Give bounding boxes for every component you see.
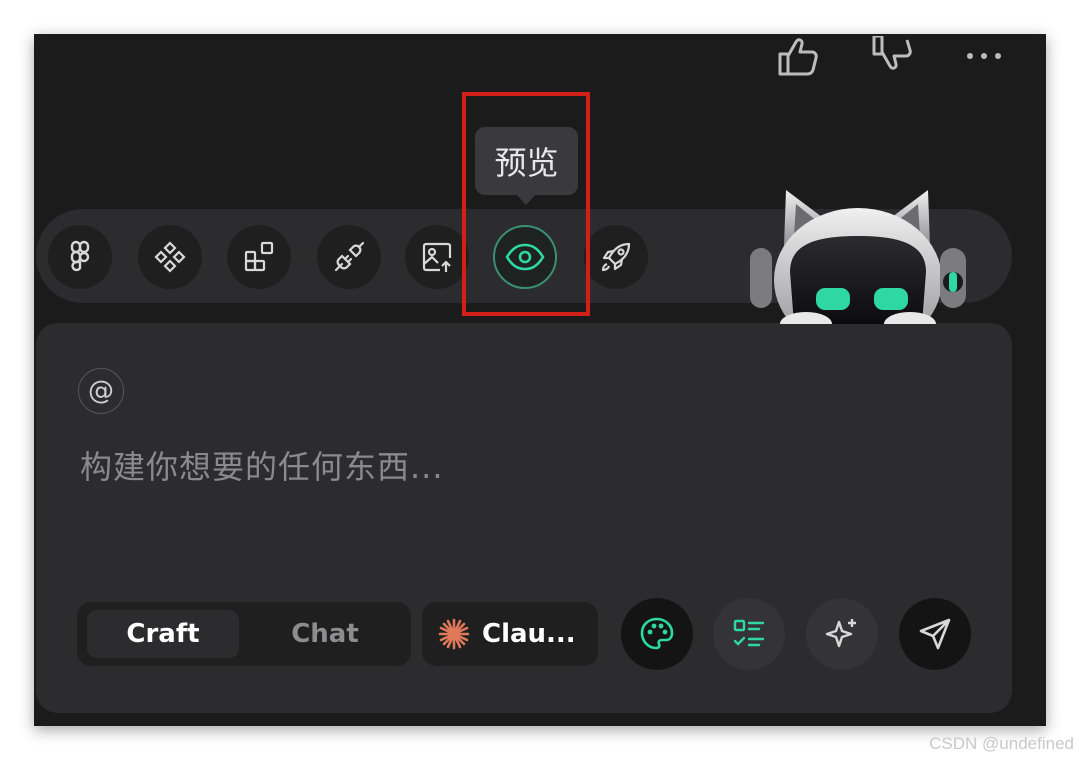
mode-craft[interactable]: Craft	[87, 610, 239, 658]
app-window: 预览 @ 构建你想要的任何东西... Craft Chat Clau...	[34, 34, 1046, 726]
thumbs-down-icon	[872, 36, 912, 70]
theme-button[interactable]	[621, 598, 693, 670]
model-selector[interactable]: Clau...	[422, 602, 598, 666]
mode-chat[interactable]: Chat	[249, 610, 401, 658]
figma-button[interactable]	[48, 225, 112, 289]
rocket-icon	[601, 242, 631, 272]
upload-image-button[interactable]	[405, 225, 469, 289]
more-horizontal-icon	[967, 53, 1001, 59]
integration-button[interactable]	[317, 225, 381, 289]
send-button[interactable]	[899, 598, 971, 670]
plug-icon	[334, 241, 365, 272]
more-button[interactable]	[956, 34, 1012, 78]
image-upload-icon	[422, 242, 452, 272]
blocks-button[interactable]	[227, 225, 291, 289]
palette-icon	[640, 617, 674, 650]
mention-button[interactable]: @	[78, 368, 124, 414]
components-button[interactable]	[138, 225, 202, 289]
sparkle-icon	[825, 619, 856, 648]
dislike-button[interactable]	[864, 34, 920, 78]
robot-cat-mascot	[750, 190, 966, 324]
figma-icon	[70, 240, 90, 272]
watermark: CSDN @undefined	[929, 734, 1074, 753]
components-icon	[154, 241, 186, 273]
blocks-icon	[244, 241, 274, 272]
prompt-input[interactable]: 构建你想要的任何东西...	[80, 439, 960, 495]
send-icon	[919, 618, 951, 650]
thumbs-up-icon	[778, 38, 818, 76]
like-button[interactable]	[770, 34, 826, 78]
model-label: Clau...	[482, 619, 576, 649]
mode-toggle: Craft Chat	[77, 602, 411, 666]
deploy-button[interactable]	[584, 225, 648, 289]
checklist-icon	[733, 619, 765, 647]
highlight-box	[462, 92, 590, 316]
checklist-button[interactable]	[713, 598, 785, 670]
claude-logo-icon	[438, 618, 470, 650]
at-icon: @	[88, 376, 114, 406]
enhance-button[interactable]	[806, 598, 878, 670]
